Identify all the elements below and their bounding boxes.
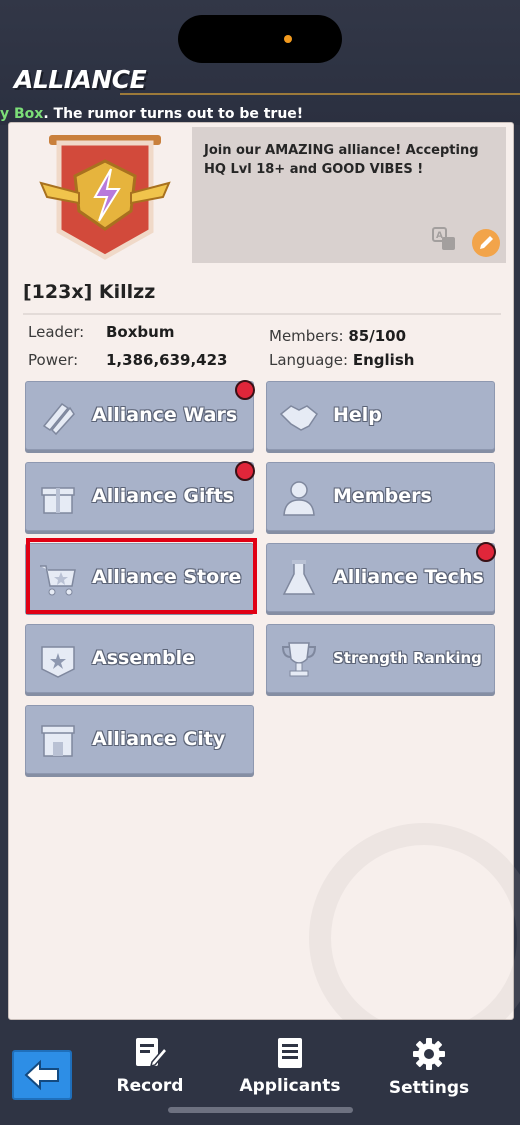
assemble-button[interactable]: Assemble [25,624,254,693]
power-value: 1,386,639,423 [106,351,228,369]
leader-value[interactable]: Boxbum [106,323,174,341]
city-building-icon [41,725,75,757]
back-button[interactable] [12,1050,72,1100]
description-text: Join our AMAZING alliance! Accepting HQ … [204,143,479,177]
camera-island [178,15,342,63]
home-indicator[interactable] [168,1107,353,1113]
top-bar: ALLIANCE y Box. The rumor turns out to b… [0,0,520,125]
alliance-store-label: Alliance Store [92,566,242,588]
alliance-city-label: Alliance City [92,728,226,750]
members-icon [283,481,315,516]
assemble-label: Assemble [92,647,196,669]
alliance-wars-button[interactable]: Alliance Wars [25,380,255,450]
alliance-name: [123x] Killzz [23,281,156,303]
record-button[interactable]: Record [90,1036,210,1096]
leader-value-row: Boxbum [106,323,174,341]
leader-row: Leader: [28,323,84,341]
page-title: ALLIANCE [14,65,147,94]
language-value: English [352,351,415,369]
back-arrow-icon [24,1059,59,1091]
handshake-icon [279,405,319,431]
strength-ranking-label: Strength Ranking [333,649,482,667]
help-label: Help [333,404,382,426]
translate-icon[interactable]: A [432,227,456,251]
notification-badge [235,461,255,481]
record-label: Record [116,1076,184,1096]
assemble-flag-icon [41,646,75,678]
ticker-text: . The rumor turns out to be true! [43,106,304,122]
applicants-label: Applicants [239,1076,341,1096]
leader-label: Leader: [28,323,85,341]
alliance-gifts-label: Alliance Gifts [92,485,235,507]
edit-pencil-icon[interactable] [472,229,500,257]
settings-button[interactable]: Settings [369,1036,489,1098]
info-divider [23,313,501,315]
strength-ranking-button[interactable]: Strength Ranking [266,624,495,693]
alliance-description: Join our AMAZING alliance! Accepting HQ … [192,127,506,263]
notification-badge [235,380,255,400]
members-button[interactable]: Members [266,462,495,531]
svg-text:A: A [436,231,443,241]
alliance-wars-icon [42,402,75,436]
applicants-icon [278,1038,302,1068]
alliance-emblem-icon[interactable] [35,131,175,261]
language-label: Language: [269,351,349,369]
language-row: Language: English [269,351,414,369]
background-watermark [309,823,520,1053]
members-label: Members [333,485,432,507]
alliance-techs-label: Alliance Techs [333,566,484,588]
shopping-cart-icon [40,565,76,596]
notification-badge [476,542,496,562]
alliance-wars-label: Alliance Wars [92,404,238,426]
members-label: Members: [269,327,344,345]
alliance-techs-button[interactable]: Alliance Techs [266,542,496,612]
power-label: Power: [28,351,79,369]
settings-gear-icon [413,1038,445,1070]
trophy-icon [281,642,317,677]
ticker-highlight: y Box [0,106,44,122]
record-icon [136,1038,168,1068]
alliance-gifts-button[interactable]: Alliance Gifts [25,461,255,531]
members-row: Members: 85/100 [269,327,406,345]
applicants-button[interactable]: Applicants [230,1036,350,1096]
help-button[interactable]: Help [266,381,495,450]
power-value-row: 1,386,639,423 [106,351,227,369]
alliance-city-button[interactable]: Alliance City [25,705,254,774]
gift-icon [41,487,75,514]
alliance-store-button[interactable]: Alliance Store [25,543,254,612]
settings-label: Settings [388,1078,470,1098]
flask-icon [282,560,316,595]
members-value: 85/100 [348,327,407,345]
power-row: Power: [28,351,78,369]
title-divider [120,93,520,95]
